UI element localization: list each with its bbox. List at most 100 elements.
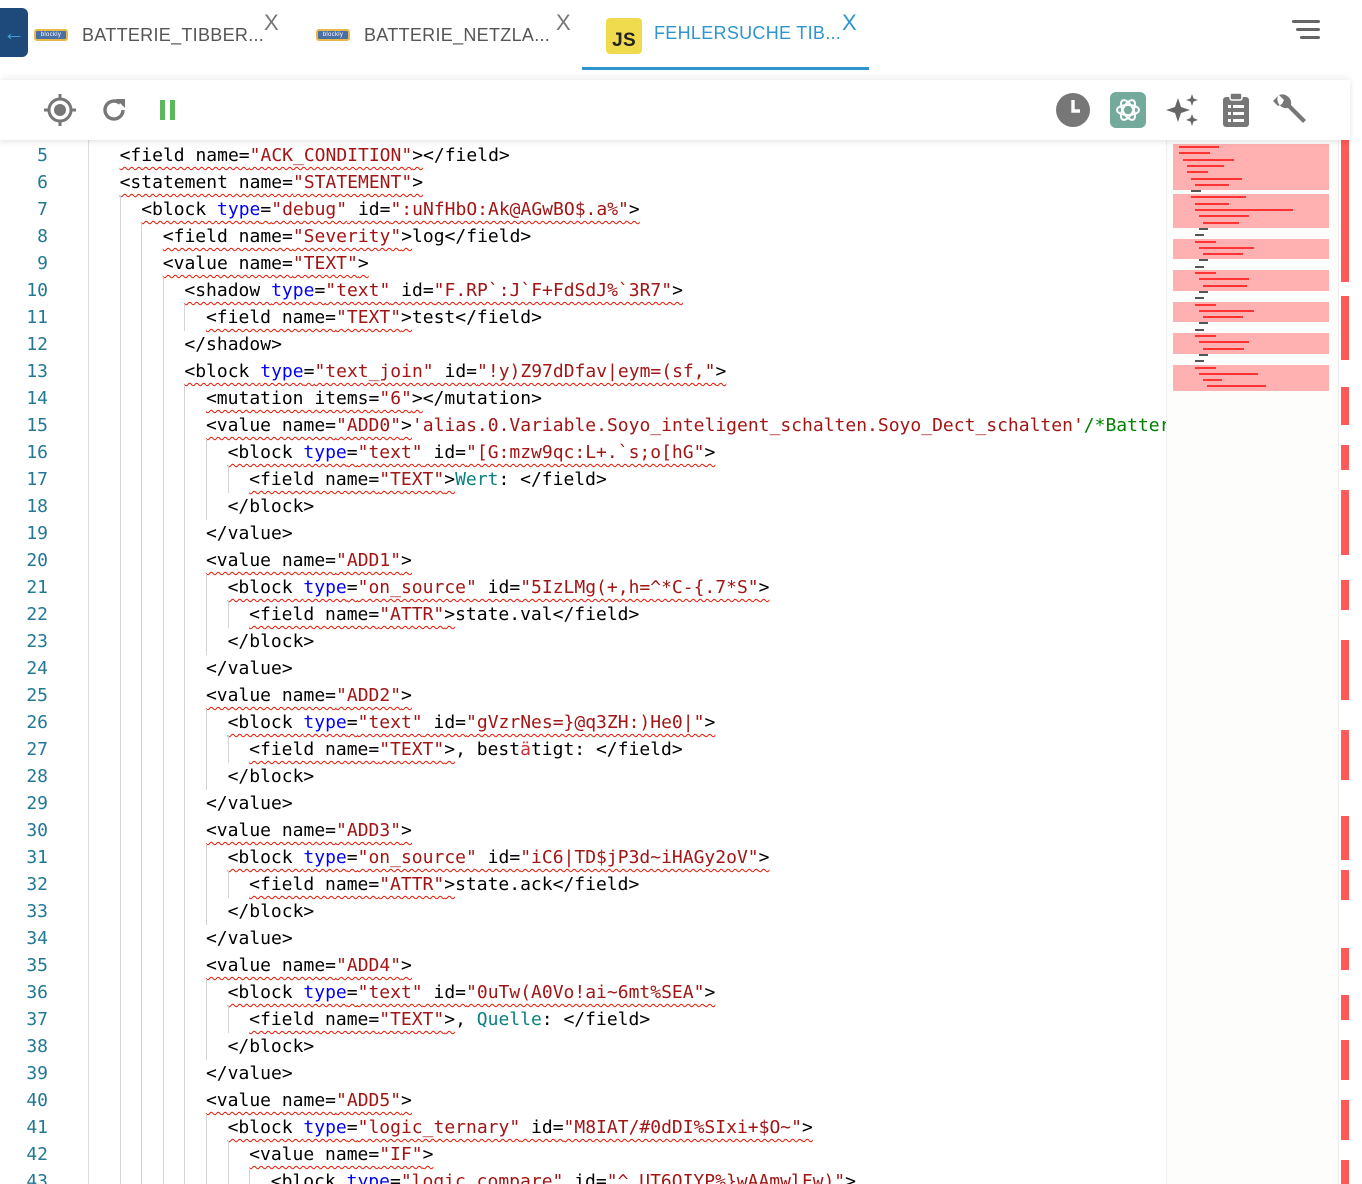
code-text: <block type="on_source" id="5IzLMg(+,h=^…: [98, 574, 769, 601]
history-icon[interactable]: [1055, 92, 1091, 128]
minimap-line: [1187, 164, 1225, 167]
code-line[interactable]: 21 <block type="on_source" id="5IzLMg(+,h…: [0, 574, 1166, 601]
error-marker: [1341, 490, 1349, 555]
line-number: 15: [26, 415, 48, 436]
line-number: 10: [26, 280, 48, 301]
code-line[interactable]: 28 </block>: [0, 763, 1166, 790]
code-line[interactable]: 23 </block>: [0, 628, 1166, 655]
target-icon[interactable]: [42, 92, 78, 128]
code-line[interactable]: 39 </value>: [0, 1060, 1166, 1087]
line-number: 16: [26, 442, 48, 463]
code-line[interactable]: 41 <block type="logic_ternary" id="M8IAT/…: [0, 1114, 1166, 1141]
minimap-line: [1195, 366, 1216, 369]
close-icon[interactable]: X: [264, 10, 279, 36]
code-line[interactable]: 35 <value name="ADD4">: [0, 952, 1166, 979]
code-line[interactable]: 7 <block type="debug" id=":uNfHbO:Ak@AGwB…: [0, 196, 1166, 223]
code-line[interactable]: 17 <field name="TEXT">Wert: </field>: [0, 466, 1166, 493]
minimap[interactable]: [1166, 140, 1338, 1184]
close-icon[interactable]: X: [842, 10, 857, 36]
minimap-line: [1195, 303, 1216, 306]
code-line[interactable]: 27 <field name="TEXT">, bestätigt: </fiel…: [0, 736, 1166, 763]
code-text: <field name="Severity">log</field>: [98, 223, 531, 250]
tab-batterie-tibber[interactable]: blockly BATTERIE_TIBBER... X: [34, 0, 284, 70]
minimap-line: [1203, 316, 1243, 319]
code-line[interactable]: 42 <value name="IF">: [0, 1141, 1166, 1168]
code-line[interactable]: 38 </block>: [0, 1033, 1166, 1060]
line-number: 31: [26, 847, 48, 868]
code-line[interactable]: 30 <value name="ADD3">: [0, 817, 1166, 844]
code-line[interactable]: 25 <value name="ADD2">: [0, 682, 1166, 709]
reload-icon[interactable]: [96, 92, 132, 128]
error-marker: [1341, 1040, 1349, 1080]
code-line[interactable]: 18 </block>: [0, 493, 1166, 520]
menu-icon[interactable]: [1292, 20, 1320, 44]
minimap-line: [1203, 284, 1247, 287]
minimap-line: [1195, 272, 1216, 274]
code-text: </block>: [98, 493, 314, 520]
code-line[interactable]: 14 <mutation items="6"></mutation>: [0, 385, 1166, 412]
back-button[interactable]: ←: [0, 8, 28, 57]
code-line[interactable]: 33 </block>: [0, 898, 1166, 925]
code-line[interactable]: 19 </value>: [0, 520, 1166, 547]
code-line[interactable]: 34 </value>: [0, 925, 1166, 952]
code-line[interactable]: 10 <shadow type="text" id="F.RP`:J`F+FdSd…: [0, 277, 1166, 304]
code-line[interactable]: 5 <field name="ACK_CONDITION"></field>: [0, 142, 1166, 169]
minimap-line: [1195, 335, 1216, 337]
code-line[interactable]: 15 <value name="ADD0">'alias.0.Variable.S…: [0, 412, 1170, 439]
minimap-line: [1199, 259, 1208, 262]
minimap-line: [1203, 347, 1244, 350]
tab-fehlersuche-tib[interactable]: JS FEHLERSUCHE TIB... X: [582, 0, 869, 70]
code-line[interactable]: 32 <field name="ATTR">state.ack</field>: [0, 871, 1166, 898]
minimap-error-highlight: [1173, 251, 1329, 260]
code-line[interactable]: 26 <block type="text" id="gVzrNes=}@q3ZH:…: [0, 709, 1166, 736]
code-line[interactable]: 12 </shadow>: [0, 331, 1166, 358]
code-text: <block type="text_join" id="!y)Z97dDfav|…: [98, 358, 726, 385]
minimap-line: [1195, 360, 1204, 363]
close-icon[interactable]: X: [556, 10, 571, 36]
minimap-line: [1191, 190, 1201, 193]
code-line[interactable]: 20 <value name="ADD1">: [0, 547, 1166, 574]
code-line[interactable]: 31 <block type="on_source" id="iC6|TD$jP3…: [0, 844, 1166, 871]
minimap-line: [1199, 215, 1249, 218]
code-text: </value>: [98, 520, 293, 547]
wrench-icon[interactable]: [1272, 92, 1308, 128]
code-line[interactable]: 13 <block type="text_join" id="!y)Z97dDfa…: [0, 358, 1166, 385]
code-line[interactable]: 29 </value>: [0, 790, 1166, 817]
code-editor[interactable]: 5 <field name="ACK_CONDITION"></field> 6 <s…: [0, 140, 1350, 1184]
code-text: <mutation items="6"></mutation>: [98, 385, 542, 412]
code-text: </value>: [98, 925, 293, 952]
code-text: <field name="ACK_CONDITION"></field>: [119, 145, 510, 166]
minimap-line: [1191, 177, 1242, 180]
code-line[interactable]: 36 <block type="text" id="0uTw(A0Vo!ai~6m…: [0, 979, 1166, 1006]
line-number: 24: [26, 658, 48, 679]
error-marker: [1341, 995, 1349, 1020]
code-line[interactable]: 43 <block type="logic_compare" id="^_UT6Q…: [0, 1168, 1166, 1184]
code-text: <value name="ADD1">: [98, 547, 412, 574]
code-line[interactable]: 40 <value name="ADD5">: [0, 1087, 1166, 1114]
code-text: </block>: [98, 628, 314, 655]
code-line[interactable]: 22 <field name="ATTR">state.val</field>: [0, 601, 1166, 628]
line-number: 8: [37, 226, 48, 247]
code-line[interactable]: 24 </value>: [0, 655, 1166, 682]
code-text: <value name="ADD5">: [98, 1087, 412, 1114]
ai-sparkle-icon[interactable]: [1164, 92, 1200, 128]
tab-label: FEHLERSUCHE TIB...: [654, 23, 842, 43]
minimap-error-highlight: [1173, 219, 1329, 228]
line-number: 39: [26, 1063, 48, 1084]
code-line[interactable]: 16 <block type="text" id="[G:mzw9qc:L+.`s…: [0, 439, 1166, 466]
line-number: 33: [26, 901, 48, 922]
clipboard-icon[interactable]: [1218, 92, 1254, 128]
vertical-scrollbar[interactable]: [1338, 140, 1350, 1184]
tab-batterie-netzla[interactable]: blockly BATTERIE_NETZLA... X: [316, 0, 576, 70]
code-text: <block type="text" id="[G:mzw9qc:L+.`s;o…: [98, 439, 715, 466]
pause-icon[interactable]: [150, 92, 186, 128]
code-line[interactable]: 6 <statement name="STATEMENT">: [0, 169, 1166, 196]
chatgpt-icon[interactable]: [1110, 92, 1146, 128]
minimap-line: [1199, 353, 1208, 356]
code-line[interactable]: 11 <field name="TEXT">test</field>: [0, 304, 1166, 331]
tab-label: BATTERIE_TIBBER...: [82, 24, 265, 45]
code-line[interactable]: 8 <field name="Severity">log</field>: [0, 223, 1166, 250]
code-line[interactable]: 37 <field name="TEXT">, Quelle: </field>: [0, 1006, 1166, 1033]
code-text: <value name="TEXT">: [98, 250, 369, 277]
code-line[interactable]: 9 <value name="TEXT">: [0, 250, 1166, 277]
